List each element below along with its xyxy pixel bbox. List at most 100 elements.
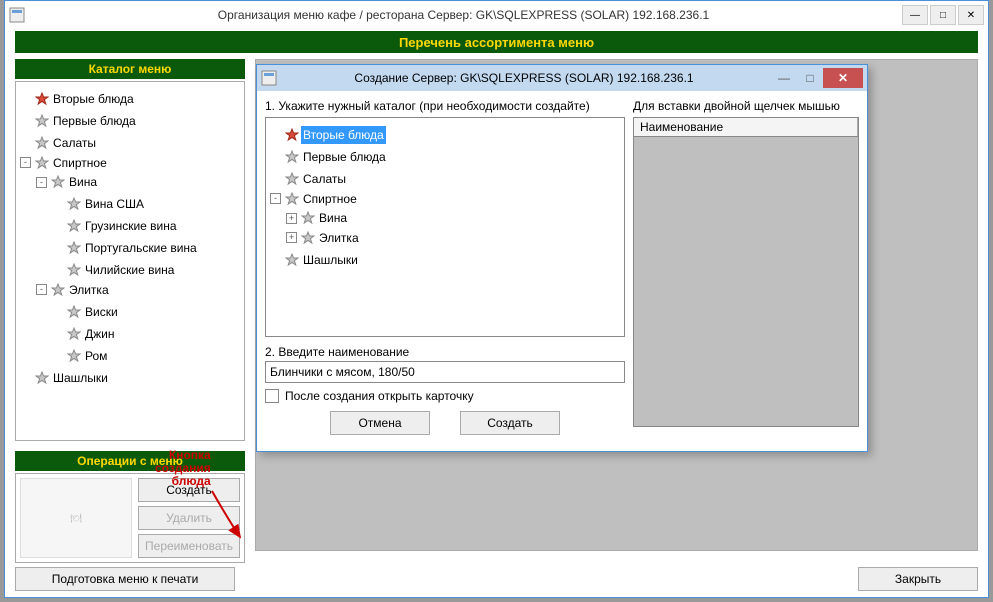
tree-node-label[interactable]: Вина США (83, 195, 146, 213)
dialog-app-icon (261, 70, 277, 86)
tree-node-label[interactable]: Шашлыки (51, 369, 110, 387)
tree-node-label[interactable]: Вина (67, 173, 99, 191)
catalog-panel-title: Каталог меню (15, 59, 245, 79)
tree-node[interactable]: Шашлыки (20, 369, 110, 387)
dialog-maximize-button[interactable]: □ (797, 68, 823, 88)
tree-node[interactable]: Вторые блюда (20, 90, 136, 108)
dialog-title: Создание Сервер: GK\SQLEXPRESS (SOLAR) 1… (277, 71, 771, 85)
app-icon (9, 7, 25, 23)
main-close-button[interactable]: Закрыть (858, 567, 978, 591)
expander-icon[interactable]: - (36, 177, 47, 188)
tree-node[interactable]: Ром (52, 347, 109, 365)
tree-node[interactable]: Виски (52, 303, 120, 321)
dialog-close-button[interactable]: ✕ (823, 68, 863, 88)
tree-node[interactable]: - Элитка (36, 281, 111, 299)
dialog-grid-body[interactable] (633, 137, 859, 427)
star-icon (35, 371, 49, 385)
dialog-titlebar[interactable]: Создание Сервер: GK\SQLEXPRESS (SOLAR) 1… (257, 65, 867, 91)
open-card-checkbox-label: После создания открыть карточку (285, 389, 474, 403)
dialog-cancel-button[interactable]: Отмена (330, 411, 430, 435)
open-card-checkbox[interactable] (265, 389, 279, 403)
star-icon (285, 172, 299, 186)
minimize-button[interactable]: — (902, 5, 928, 25)
tree-node-label[interactable]: Виски (83, 303, 120, 321)
ops-image-placeholder: 🍽 (20, 478, 132, 558)
dialog-name-input[interactable] (265, 361, 625, 383)
dialog-step1-label: 1. Укажите нужный каталог (при необходим… (265, 99, 625, 113)
tree-node-label[interactable]: Вина (317, 209, 349, 227)
star-icon (285, 150, 299, 164)
main-window-title: Организация меню кафе / ресторана Сервер… (25, 8, 902, 22)
star-icon (67, 327, 81, 341)
expander-icon[interactable]: - (20, 157, 31, 168)
tree-node-label[interactable]: Первые блюда (51, 112, 138, 130)
tree-node[interactable]: Вина США (52, 195, 146, 213)
tree-node[interactable]: Вторые блюда (270, 126, 386, 144)
star-icon (51, 175, 65, 189)
tree-node[interactable]: - Спиртное (20, 154, 109, 172)
star-icon (35, 136, 49, 150)
star-icon (35, 156, 49, 170)
tree-node-label[interactable]: Салаты (51, 134, 98, 152)
tree-node-label[interactable]: Португальские вина (83, 239, 199, 257)
tree-node-label[interactable]: Джин (83, 325, 116, 343)
tree-node[interactable]: Грузинские вина (52, 217, 179, 235)
maximize-button[interactable]: □ (930, 5, 956, 25)
create-dialog: Создание Сервер: GK\SQLEXPRESS (SOLAR) 1… (256, 64, 868, 452)
star-icon (301, 231, 315, 245)
tree-node-label[interactable]: Первые блюда (301, 148, 388, 166)
tree-node[interactable]: Португальские вина (52, 239, 199, 257)
dialog-grid-header[interactable]: Наименование (633, 117, 859, 137)
star-icon (35, 114, 49, 128)
tree-node[interactable]: Шашлыки (270, 251, 360, 269)
main-titlebar[interactable]: Организация меню кафе / ресторана Сервер… (5, 1, 988, 29)
tree-node-label[interactable]: Салаты (301, 170, 348, 188)
tree-node[interactable]: Первые блюда (270, 148, 388, 166)
tree-node-label[interactable]: Чилийские вина (83, 261, 176, 279)
close-button[interactable]: ✕ (958, 5, 984, 25)
star-icon (67, 219, 81, 233)
star-icon (67, 241, 81, 255)
tree-node-label[interactable]: Спиртное (301, 190, 359, 208)
dialog-right-label: Для вставки двойной щелчек мышью (633, 99, 859, 113)
star-icon (301, 211, 315, 225)
tree-node[interactable]: + Вина (286, 209, 349, 227)
tree-node-label[interactable]: Элитка (67, 281, 111, 299)
dialog-step2-label: 2. Введите наименование (265, 345, 625, 359)
tree-node-label[interactable]: Грузинские вина (83, 217, 179, 235)
callout-arrow-icon (210, 489, 250, 544)
tree-node[interactable]: Салаты (20, 134, 98, 152)
star-icon (285, 192, 299, 206)
tree-node-label[interactable]: Вторые блюда (51, 90, 136, 108)
dialog-catalog-tree[interactable]: Вторые блюдаПервые блюдаСалаты-Спиртное+… (265, 117, 625, 337)
tree-node[interactable]: Чилийские вина (52, 261, 176, 279)
print-prepare-button[interactable]: Подготовка меню к печати (15, 567, 235, 591)
tree-node[interactable]: - Спиртное (270, 190, 359, 208)
star-icon (67, 197, 81, 211)
catalog-tree[interactable]: Вторые блюдаПервые блюдаСалаты-Спиртное-… (15, 81, 245, 441)
tree-node-label[interactable]: Элитка (317, 229, 361, 247)
dialog-grid-header-cell[interactable]: Наименование (634, 118, 858, 136)
tree-node-label[interactable]: Шашлыки (301, 251, 360, 269)
expander-icon[interactable]: - (36, 284, 47, 295)
tree-node[interactable]: Салаты (270, 170, 348, 188)
tree-node-label[interactable]: Спиртное (51, 154, 109, 172)
star-icon (35, 92, 49, 106)
dialog-create-button[interactable]: Создать (460, 411, 560, 435)
expander-icon[interactable]: + (286, 232, 297, 243)
callout-text: Кнопка создания блюда (155, 449, 211, 488)
tree-node[interactable]: + Элитка (286, 229, 361, 247)
tree-node[interactable]: - Вина (36, 173, 99, 191)
tree-node[interactable]: Джин (52, 325, 116, 343)
tree-node[interactable]: Первые блюда (20, 112, 138, 130)
star-icon (67, 349, 81, 363)
expander-icon[interactable]: - (270, 193, 281, 204)
banner-title: Перечень ассортимента меню (15, 31, 978, 53)
tree-node-label[interactable]: Вторые блюда (301, 126, 386, 144)
star-icon (51, 283, 65, 297)
dialog-minimize-button[interactable]: — (771, 68, 797, 88)
tree-node-label[interactable]: Ром (83, 347, 109, 365)
star-icon (285, 253, 299, 267)
star-icon (67, 305, 81, 319)
expander-icon[interactable]: + (286, 213, 297, 224)
